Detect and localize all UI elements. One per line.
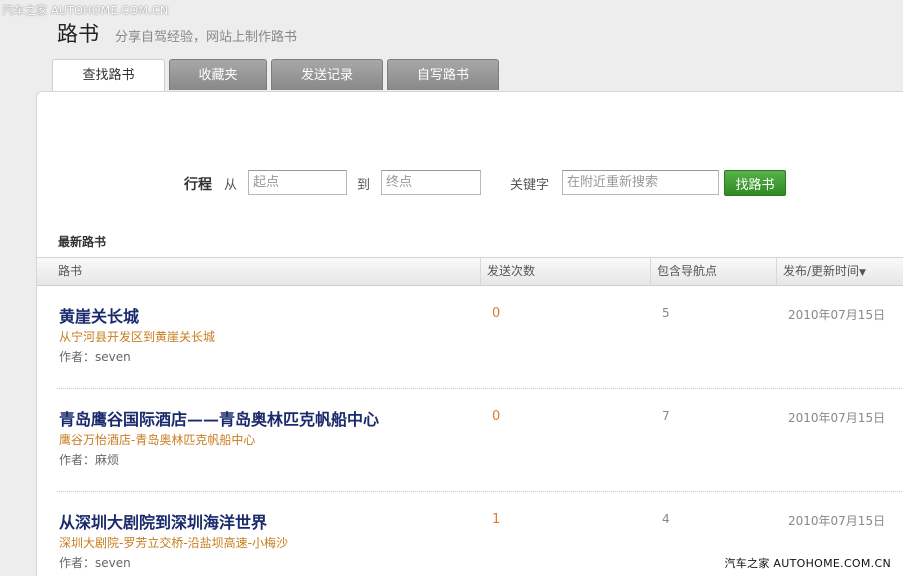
column-header-date-label: 发布/更新时间	[783, 264, 860, 278]
roadbook-author: 作者：seven	[59, 556, 131, 570]
column-header-sent-count: 发送次数	[480, 258, 650, 285]
roadbook-title-link[interactable]: 青岛鹰谷国际酒店——青岛奥林匹克帆船中心	[59, 406, 379, 430]
tab-favorites[interactable]: 收藏夹	[169, 59, 267, 90]
page-title: 路书	[57, 22, 99, 46]
roadbook-route-link[interactable]: 从宁河县开发区到黄崖关长城	[59, 328, 215, 345]
column-header-route: 路书	[58, 264, 83, 278]
sort-desc-icon[interactable]: ▼	[859, 268, 866, 278]
waypoint-count: 7	[662, 409, 670, 423]
start-point-input[interactable]	[248, 170, 347, 195]
roadbook-route-link[interactable]: 深圳大剧院-罗芳立交桥-沿盐坝高速-小梅沙	[59, 534, 288, 551]
search-form: 行程 从 到 关键字 找路书	[37, 169, 903, 197]
row-divider	[57, 491, 903, 492]
table-header: 路书 发送次数 包含导航点 发布/更新时间▼	[37, 257, 903, 286]
page-header: 路书 分享自驾经验，网站上制作路书	[57, 18, 297, 48]
section-title-latest: 最新路书	[58, 235, 107, 249]
watermark-bottom: 汽车之家 AUTOHOME.COM.CN	[720, 555, 895, 571]
sent-count: 0	[492, 306, 501, 321]
publish-date: 2010年07月15日	[788, 411, 886, 425]
find-roadbook-button[interactable]: 找路书	[724, 170, 786, 196]
page-subtitle: 分享自驾经验，网站上制作路书	[115, 30, 298, 45]
end-point-input[interactable]	[381, 170, 481, 195]
roadbook-author: 作者：seven	[59, 350, 131, 364]
watermark-top: 汽车之家 AUTOHOME.COM.CN	[2, 4, 169, 17]
row-divider	[57, 388, 903, 389]
publish-date: 2010年07月15日	[788, 308, 886, 322]
from-label: 从	[224, 178, 238, 193]
table-row: 青岛鹰谷国际酒店——青岛奥林匹克帆船中心 鹰谷万怡酒店-青岛奥林匹克帆船中心 作…	[37, 388, 903, 491]
keyword-label: 关键字	[510, 178, 550, 193]
content-panel: 行程 从 到 关键字 找路书 最新路书 路书 发送次数 包含导航点 发布/更新时…	[36, 91, 903, 576]
roadbook-author: 作者：麻烦	[59, 453, 120, 467]
trip-label: 行程	[184, 177, 212, 193]
waypoint-count: 4	[662, 512, 670, 526]
waypoint-count: 5	[662, 306, 670, 320]
publish-date: 2010年07月15日	[788, 514, 886, 528]
keyword-input[interactable]	[562, 170, 719, 195]
column-header-waypoints: 包含导航点	[650, 258, 776, 285]
roadbook-title-link[interactable]: 黄崖关长城	[59, 303, 139, 327]
tab-send-history[interactable]: 发送记录	[271, 59, 383, 90]
tab-bar: 查找路书 收藏夹 发送记录 自写路书	[52, 59, 503, 91]
roadbook-route-link[interactable]: 鹰谷万怡酒店-青岛奥林匹克帆船中心	[59, 431, 255, 448]
tab-find-roadbook[interactable]: 查找路书	[52, 59, 165, 91]
tab-write-roadbook[interactable]: 自写路书	[387, 59, 499, 90]
to-label: 到	[357, 178, 371, 193]
table-row: 黄崖关长城 从宁河县开发区到黄崖关长城 作者：seven 0 5 2010年07…	[37, 285, 903, 388]
column-header-date[interactable]: 发布/更新时间▼	[776, 258, 903, 285]
sent-count: 1	[492, 512, 501, 527]
sent-count: 0	[492, 409, 501, 424]
roadbook-title-link[interactable]: 从深圳大剧院到深圳海洋世界	[59, 509, 267, 533]
